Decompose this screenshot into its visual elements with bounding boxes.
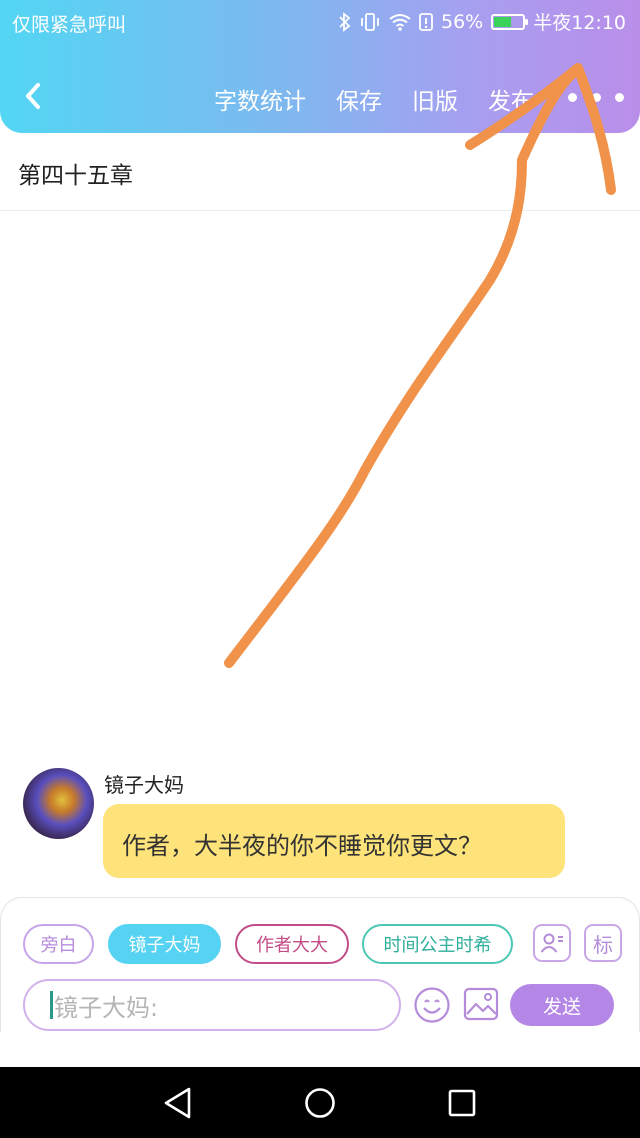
- header-actions: 字数统计 保存 旧版 发布: [214, 82, 534, 116]
- divider: [0, 210, 640, 211]
- home-circle-icon[interactable]: [304, 1087, 336, 1119]
- bluetooth-icon: [339, 11, 351, 32]
- back-triangle-icon[interactable]: [162, 1086, 194, 1120]
- recents-square-icon[interactable]: [448, 1089, 476, 1117]
- text-caret: [50, 991, 53, 1019]
- system-nav-bar: [0, 1067, 640, 1138]
- message-bubble[interactable]: 作者，大半夜的你不睡觉你更文？: [103, 804, 565, 878]
- battery-icon: [491, 13, 529, 30]
- carrier-text: 仅限紧急呼叫: [12, 14, 127, 36]
- alert-icon: [419, 12, 433, 31]
- publish-button[interactable]: 发布: [488, 82, 534, 116]
- save-button[interactable]: 保存: [336, 82, 382, 116]
- chapter-title[interactable]: 第四十五章: [18, 156, 133, 190]
- send-button[interactable]: 发送: [510, 984, 614, 1026]
- tag-button[interactable]: 标: [584, 924, 622, 962]
- status-icons: 56% 半夜12:10: [339, 8, 626, 35]
- header-nav: 字数统计 保存 旧版 发布: [0, 70, 640, 124]
- role-chip-author[interactable]: 作者大大: [235, 924, 349, 964]
- message-sender: 镜子大妈: [104, 773, 184, 797]
- vibrate-icon: [361, 12, 379, 31]
- old-version-button[interactable]: 旧版: [412, 82, 458, 116]
- battery-percent: 56%: [441, 10, 484, 33]
- status-time: 半夜12:10: [533, 12, 626, 34]
- status-bar: 仅限紧急呼叫 56% 半夜12:10: [0, 0, 640, 44]
- image-icon[interactable]: [463, 986, 499, 1022]
- role-chip-time-princess[interactable]: 时间公主时希: [362, 924, 513, 964]
- back-button[interactable]: [18, 76, 48, 116]
- app-header: 仅限紧急呼叫 56% 半夜12:10 字数统计 保存 旧版 发布: [0, 0, 640, 133]
- message-text: 作者，大半夜的你不睡觉你更文？: [122, 832, 482, 860]
- battery-fill: [494, 16, 512, 27]
- role-chip-narrator[interactable]: 旁白: [23, 924, 94, 964]
- wifi-icon: [389, 13, 411, 31]
- message-input[interactable]: 镜子大妈:: [23, 979, 401, 1031]
- word-count-button[interactable]: 字数统计: [214, 82, 306, 116]
- person-card-icon[interactable]: [533, 924, 571, 962]
- role-chip-mirror[interactable]: 镜子大妈: [108, 924, 221, 964]
- more-dots-icon[interactable]: [568, 90, 624, 104]
- input-placeholder: 镜子大妈:: [54, 993, 159, 1022]
- smiley-icon[interactable]: [413, 986, 451, 1024]
- avatar[interactable]: [23, 768, 94, 839]
